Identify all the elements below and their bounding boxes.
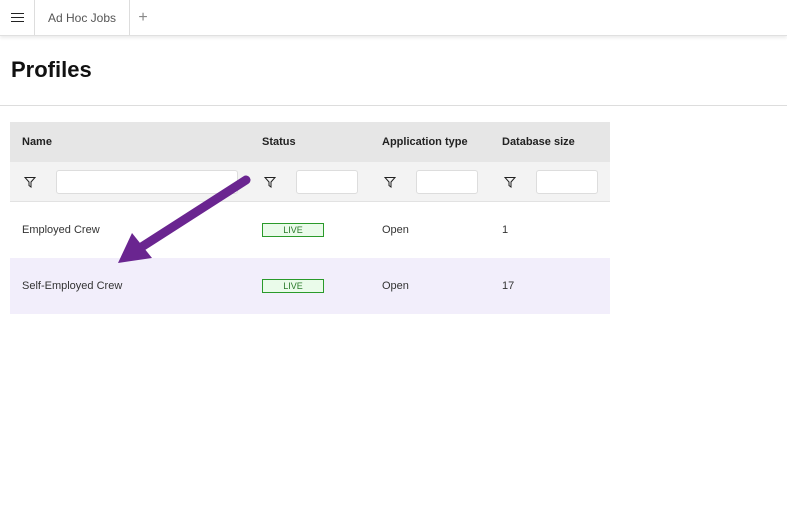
- database-size-filter-input[interactable]: [536, 170, 598, 194]
- add-tab-button[interactable]: +: [130, 0, 156, 35]
- name-filter-input[interactable]: [56, 170, 238, 194]
- table-header: Name Status Application type Database si…: [10, 122, 610, 162]
- top-bar: Ad Hoc Jobs +: [0, 0, 787, 36]
- profiles-table: Name Status Application type Database si…: [10, 122, 610, 314]
- status-badge: LIVE: [262, 279, 324, 293]
- profile-name[interactable]: Self-Employed Crew: [22, 258, 122, 314]
- filter-icon[interactable]: [384, 176, 396, 188]
- status-filter-input[interactable]: [296, 170, 358, 194]
- menu-button[interactable]: [0, 0, 35, 35]
- page-title: Profiles: [11, 57, 92, 82]
- column-header-database-size[interactable]: Database size: [502, 122, 575, 162]
- divider: [0, 105, 787, 106]
- database-size: 1: [502, 224, 509, 236]
- tab-ad-hoc-jobs[interactable]: Ad Hoc Jobs: [35, 0, 130, 35]
- application-type-filter-input[interactable]: [416, 170, 478, 194]
- column-header-name[interactable]: Name: [22, 122, 52, 162]
- status-badge: LIVE: [262, 223, 324, 237]
- application-type: Open: [382, 224, 409, 236]
- column-header-status[interactable]: Status: [262, 122, 296, 162]
- filter-row: [10, 162, 610, 202]
- application-type: Open: [382, 280, 409, 292]
- column-header-application-type[interactable]: Application type: [382, 122, 468, 162]
- filter-icon[interactable]: [264, 176, 276, 188]
- filter-icon[interactable]: [504, 176, 516, 188]
- database-size: 17: [502, 280, 515, 292]
- table-row[interactable]: Employed Crew LIVE Open 1: [10, 202, 610, 258]
- table-row[interactable]: Self-Employed Crew LIVE Open 17: [10, 258, 610, 314]
- hamburger-icon: [10, 13, 24, 22]
- filter-icon[interactable]: [24, 176, 36, 188]
- profile-name[interactable]: Employed Crew: [22, 202, 100, 258]
